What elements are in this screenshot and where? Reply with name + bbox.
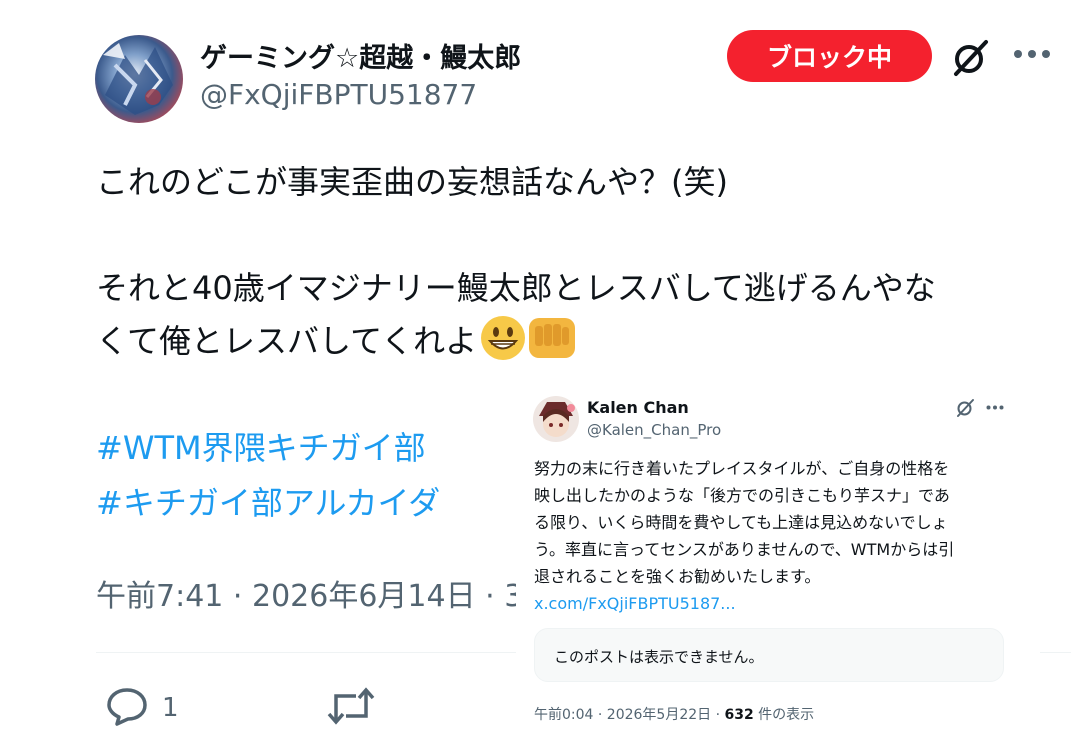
quoted-tweet-meta: 午前0:04 · 2026年5月22日 · 632 件の表示 [534, 704, 814, 724]
reply-count: 1 [162, 693, 179, 723]
blocked-button[interactable]: ブロック中 [727, 30, 932, 82]
quoted-tweet-text-line: 映し出したかのような「後方での引きこもり芋スナ」であ [534, 486, 950, 505]
quoted-tweet-link[interactable]: x.com/FxQjiFBPTU5187... [534, 590, 736, 617]
unavailable-post-notice: このポストは表示できません。 [554, 648, 764, 666]
author-handle[interactable]: @FxQjiFBPTU51877 [200, 78, 477, 111]
more-icon[interactable] [986, 404, 1004, 411]
retweet-icon[interactable] [326, 686, 376, 726]
reply-icon[interactable] [105, 686, 149, 726]
tweet-timestamp[interactable]: 午前7:41 · 2026年6月14日 · 3 [96, 571, 523, 615]
grok-icon[interactable] [950, 38, 990, 78]
tweet-text-line: それと40歳イマジナリー鰻太郎とレスバして逃げるんやな [96, 269, 936, 307]
hashtag-link[interactable]: #WTM界隈キチガイ部 [96, 423, 426, 469]
grok-icon[interactable] [955, 398, 975, 418]
fist-emoji [529, 318, 576, 358]
tweet-text-line: これのどこが事実歪曲の妄想話なんや？(笑) [96, 163, 729, 201]
quoted-tweet-text-line: 退されることを強くお勧めいたします。 [534, 567, 821, 586]
author-display-name[interactable]: ゲーミング☆超越・鰻太郎 [200, 36, 521, 75]
quoted-tweet-timestamp[interactable]: 午前0:04 · 2026年5月22日 · [534, 707, 725, 723]
tweet-text-line-with-emoji: くて俺とレスバしてくれよ [96, 316, 576, 365]
quoted-tweet-text-line: る限り、いくら時間を費やしても上達は見込めないでしょ [534, 513, 948, 532]
quoted-tweet-text-line: 努力の末に行き着いたプレイスタイルが、ご自身の性格を [534, 459, 950, 478]
quoted-author-avatar[interactable] [533, 396, 579, 442]
tweet-text-fragment: くて俺とレスバしてくれよ [96, 322, 478, 360]
more-icon[interactable] [1013, 47, 1051, 61]
hashtag-link[interactable]: #キチガイ部アルカイダ [96, 478, 440, 524]
views-label: 件の表示 [753, 707, 815, 723]
grinning-face-emoji [481, 316, 526, 360]
quoted-author-handle[interactable]: @Kalen_Chan_Pro [587, 421, 721, 439]
quoted-tweet-text-line: う。率直に言ってセンスがありませんので、WTMからは引 [534, 540, 955, 559]
views-count: 632 [724, 707, 754, 723]
author-avatar[interactable] [95, 35, 183, 123]
quoted-author-display-name[interactable]: Kalen Chan [587, 398, 689, 417]
